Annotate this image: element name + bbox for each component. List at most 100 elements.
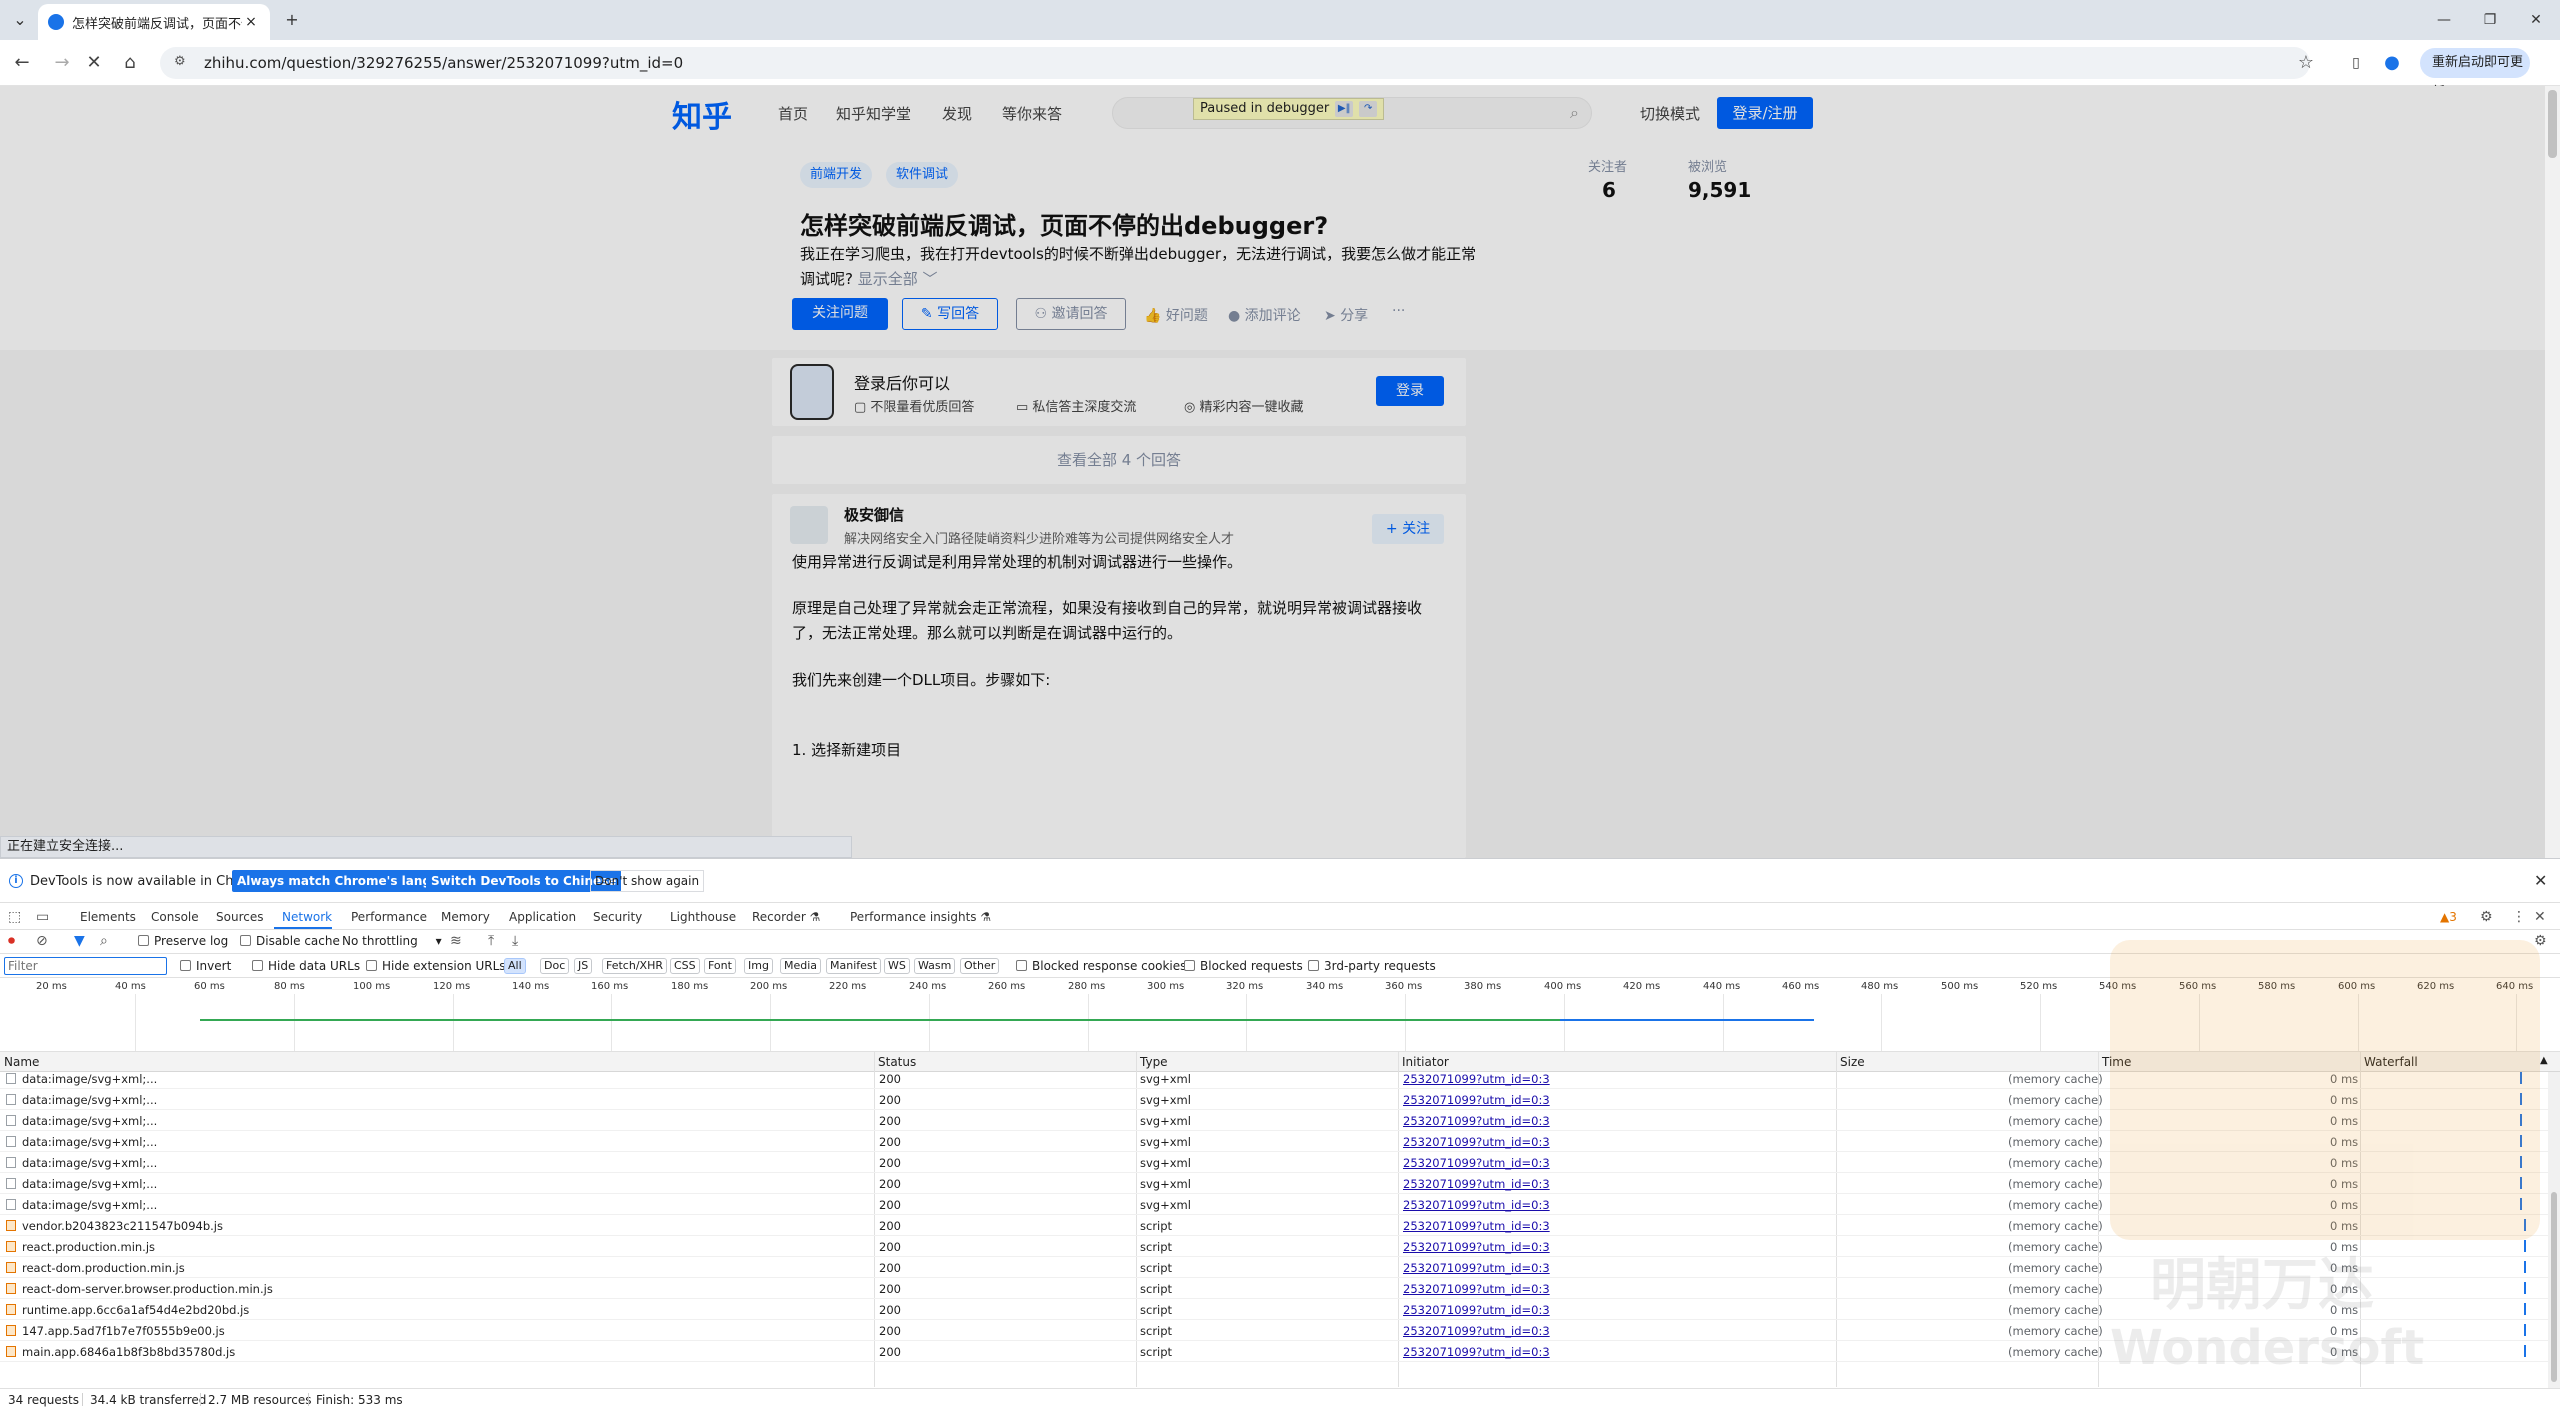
filter-icon[interactable]: ▼: [74, 933, 85, 949]
request-name[interactable]: data:image/svg+xml;...: [22, 1114, 157, 1128]
tab-console[interactable]: Console: [151, 910, 199, 924]
tab-memory[interactable]: Memory: [441, 910, 490, 924]
request-initiator-link[interactable]: 2532071099?utm_id=0:3: [1403, 1324, 1550, 1338]
update-button[interactable]: 重新启动即可更新 ⋮: [2420, 48, 2530, 100]
table-row[interactable]: react-dom-server.browser.production.min.…: [0, 1278, 2548, 1299]
request-name[interactable]: data:image/svg+xml;...: [22, 1093, 157, 1107]
request-name[interactable]: react.production.min.js: [22, 1240, 155, 1254]
tab-lighthouse[interactable]: Lighthouse: [670, 910, 736, 924]
request-name[interactable]: react-dom.production.min.js: [22, 1261, 185, 1275]
topic-tag[interactable]: 前端开发: [800, 162, 873, 188]
settings-gear-icon[interactable]: ⚙: [2480, 909, 2493, 925]
request-initiator-link[interactable]: 2532071099?utm_id=0:3: [1403, 1261, 1550, 1275]
disable-cache-checkbox[interactable]: [240, 935, 251, 946]
forward-icon[interactable]: →: [50, 51, 74, 75]
maximize-icon[interactable]: ❐: [2470, 6, 2510, 34]
table-row[interactable]: data:image/svg+xml;... 200 svg+xml 25320710…: [0, 1089, 2548, 1110]
tab-application[interactable]: Application: [509, 910, 576, 924]
tab-elements[interactable]: Elements: [80, 910, 136, 924]
chip-fetch-xhr[interactable]: Fetch/XHR: [602, 958, 667, 974]
tab-recorder[interactable]: Recorder ⚗: [752, 910, 820, 924]
device-toolbar-icon[interactable]: ▭: [36, 909, 49, 925]
more-options-icon[interactable]: ⋮: [2512, 909, 2526, 925]
profile-icon[interactable]: ●: [2380, 51, 2404, 75]
request-list-scrollbar-thumb[interactable]: [2551, 1192, 2557, 1382]
view-all-answers-link[interactable]: 查看全部 4 个回答: [772, 436, 1466, 484]
chip-doc[interactable]: Doc: [540, 958, 570, 974]
search-icon[interactable]: ⌕: [100, 933, 108, 949]
dont-show-again-button[interactable]: Don't show again: [590, 870, 705, 892]
chip-ws[interactable]: WS: [884, 958, 910, 974]
col-status[interactable]: Status: [878, 1055, 916, 1069]
table-row[interactable]: react.production.min.js 200 script 25320710…: [0, 1236, 2548, 1257]
request-name[interactable]: data:image/svg+xml;...: [22, 1198, 157, 1212]
chip-js[interactable]: JS: [574, 958, 593, 974]
close-icon[interactable]: ✕: [2516, 6, 2556, 34]
throttling-select[interactable]: No throttling ▾: [342, 934, 442, 948]
bookmark-star-icon[interactable]: ☆: [2294, 51, 2318, 75]
request-initiator-link[interactable]: 2532071099?utm_id=0:3: [1403, 1303, 1550, 1317]
good-question-button[interactable]: 👍 好问题: [1144, 305, 1208, 325]
request-initiator-link[interactable]: 2532071099?utm_id=0:3: [1403, 1198, 1550, 1212]
table-row[interactable]: data:image/svg+xml;... 200 svg+xml 25320710…: [0, 1110, 2548, 1131]
chip-media[interactable]: Media: [780, 958, 822, 974]
tab-close-icon[interactable]: ×: [242, 14, 260, 30]
browser-tab[interactable]: 怎样突破前端反调试，页面不停... ×: [38, 4, 270, 40]
table-row[interactable]: react-dom.production.min.js 200 script 2532…: [0, 1257, 2548, 1278]
table-row[interactable]: 147.app.5ad7f1b7e7f0555b9e00.js 200 script…: [0, 1320, 2548, 1341]
request-initiator-link[interactable]: 2532071099?utm_id=0:3: [1403, 1093, 1550, 1107]
address-bar[interactable]: ⚙ zhihu.com/question/329276255/answer/25…: [160, 47, 2310, 79]
inspect-element-icon[interactable]: ⬚: [8, 909, 21, 925]
minimize-icon[interactable]: —: [2424, 6, 2464, 34]
table-row[interactable]: data:image/svg+xml;... 200 svg+xml 25320710…: [0, 1194, 2548, 1215]
request-name[interactable]: react-dom-server.browser.production.min.…: [22, 1282, 273, 1296]
request-name[interactable]: data:image/svg+xml;...: [22, 1135, 157, 1149]
show-all-link[interactable]: 显示全部 ﹀: [858, 270, 938, 288]
author-name[interactable]: 极安御信: [844, 504, 904, 525]
chip-img[interactable]: Img: [744, 958, 773, 974]
author-avatar[interactable]: [790, 506, 828, 544]
col-size[interactable]: Size: [1840, 1055, 1865, 1069]
export-har-icon[interactable]: ⤓: [512, 933, 518, 949]
request-initiator-link[interactable]: 2532071099?utm_id=0:3: [1403, 1156, 1550, 1170]
new-tab-button[interactable]: +: [280, 8, 304, 32]
request-name[interactable]: vendor.b2043823c211547b094b.js: [22, 1219, 223, 1233]
blocked-cookies-checkbox[interactable]: [1016, 960, 1027, 971]
login-register-button[interactable]: 登录/注册: [1717, 97, 1813, 129]
nav-discover[interactable]: 发现: [942, 103, 972, 124]
resume-icon[interactable]: ▶‖: [1335, 101, 1354, 117]
nav-waiting[interactable]: 等你来答: [1002, 103, 1062, 124]
request-name[interactable]: main.app.6846a1b8f3b8bd35780d.js: [22, 1345, 235, 1359]
table-row[interactable]: data:image/svg+xml;... 200 svg+xml 25320710…: [0, 1152, 2548, 1173]
timeline-overview[interactable]: 20 ms 40 ms 60 ms 80 ms 100 ms 120 ms 140 ms 16…: [0, 978, 2560, 1052]
request-initiator-link[interactable]: 2532071099?utm_id=0:3: [1403, 1072, 1550, 1086]
col-name[interactable]: Name: [4, 1055, 39, 1069]
topic-tag[interactable]: 软件调试: [886, 162, 959, 188]
col-time[interactable]: Time: [2102, 1055, 2131, 1069]
step-over-icon[interactable]: ↷: [1359, 101, 1378, 117]
back-icon[interactable]: ←: [10, 51, 34, 75]
chip-css[interactable]: CSS: [670, 958, 700, 974]
side-panel-icon[interactable]: ▯: [2344, 51, 2368, 75]
request-initiator-link[interactable]: 2532071099?utm_id=0:3: [1403, 1240, 1550, 1254]
request-list-scrollbar[interactable]: [2548, 1072, 2560, 1388]
hide-extension-urls-checkbox[interactable]: [366, 960, 377, 971]
tab-security[interactable]: Security: [593, 910, 642, 924]
nav-zhixuetang[interactable]: 知乎知学堂: [836, 103, 911, 124]
more-actions-button[interactable]: ···: [1392, 303, 1405, 319]
table-row[interactable]: data:image/svg+xml;... 200 svg+xml 25320710…: [0, 1072, 2548, 1089]
request-initiator-link[interactable]: 2532071099?utm_id=0:3: [1403, 1282, 1550, 1296]
write-answer-button[interactable]: ✎ 写回答: [902, 298, 998, 330]
follow-question-button[interactable]: 关注问题: [792, 298, 888, 330]
site-info-icon[interactable]: ⚙: [174, 54, 192, 72]
zhihu-logo[interactable]: 知乎: [672, 92, 732, 136]
network-settings-icon[interactable]: ⚙: [2534, 933, 2547, 949]
share-button[interactable]: ➤ 分享: [1324, 305, 1368, 325]
close-devtools-icon[interactable]: ✕: [2534, 909, 2546, 925]
request-initiator-link[interactable]: 2532071099?utm_id=0:3: [1403, 1219, 1550, 1233]
tab-performance-insights[interactable]: Performance insights ⚗: [850, 910, 991, 924]
table-row[interactable]: vendor.b2043823c211547b094b.js 200 script 2…: [0, 1215, 2548, 1236]
chip-manifest[interactable]: Manifest: [826, 958, 881, 974]
stop-icon[interactable]: ✕: [82, 51, 106, 75]
follow-author-button[interactable]: + 关注: [1372, 514, 1444, 544]
